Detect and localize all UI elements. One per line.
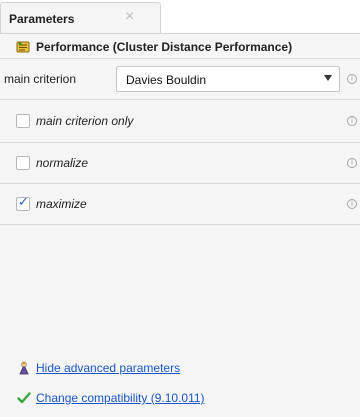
maximize-row: ✓ maximize i (0, 184, 360, 224)
tab-parameters[interactable]: Parameters × (0, 2, 161, 33)
parameters-panel: Parameters × Performance (Cluster Distan… (0, 0, 360, 417)
maximize-checkbox[interactable]: ✓ (16, 195, 30, 211)
divider (0, 224, 360, 225)
checkmark-icon (17, 392, 31, 404)
tab-strip: Parameters × (0, 0, 360, 34)
chevron-down-icon (324, 75, 332, 81)
change-compatibility-link[interactable]: Change compatibility (9.10.011) (36, 391, 205, 405)
performance-icon (16, 41, 30, 53)
maximize-label: maximize (36, 197, 87, 211)
checkmark-icon: ✓ (18, 195, 29, 210)
tab-label: Parameters (9, 12, 75, 26)
normalize-label: normalize (36, 156, 89, 170)
main-criterion-row: main criterion Davies Bouldin i (0, 62, 360, 96)
hide-advanced-link[interactable]: Hide advanced parameters (36, 361, 180, 375)
operator-title: Performance (Cluster Distance Performanc… (36, 40, 293, 54)
normalize-row: normalize i (0, 143, 360, 183)
main-criterion-value: Davies Bouldin (126, 73, 207, 87)
info-icon[interactable]: i (347, 199, 357, 209)
main-criterion-only-row: main criterion only i (0, 101, 360, 141)
info-icon[interactable]: i (347, 74, 357, 84)
main-criterion-only-checkbox[interactable] (16, 114, 30, 128)
divider (0, 99, 360, 100)
main-criterion-select[interactable]: Davies Bouldin (116, 66, 340, 92)
normalize-checkbox[interactable] (16, 156, 30, 170)
wizard-icon (19, 361, 29, 375)
info-icon[interactable]: i (347, 116, 357, 126)
close-icon[interactable]: × (125, 9, 134, 25)
operator-header: Performance (Cluster Distance Performanc… (0, 35, 360, 59)
hide-advanced-row: Hide advanced parameters (0, 358, 360, 378)
main-criterion-label: main criterion (4, 72, 77, 86)
main-criterion-only-label: main criterion only (36, 114, 134, 128)
info-icon[interactable]: i (347, 158, 357, 168)
change-compat-row: Change compatibility (9.10.011) (0, 388, 360, 408)
